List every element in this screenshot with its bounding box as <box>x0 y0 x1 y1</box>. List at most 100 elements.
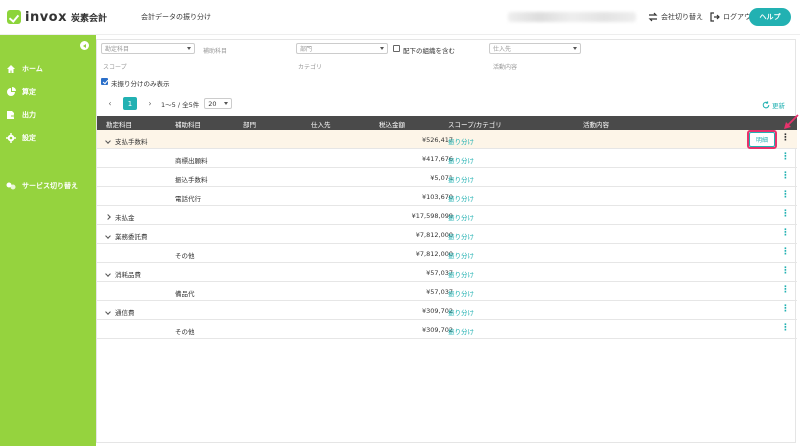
switch-company-button[interactable]: 会社切り替え <box>648 12 703 22</box>
page-size-value: 20 <box>208 99 217 108</box>
table-row[interactable]: その他 ¥309,702 振り分け ⋮ <box>97 320 797 339</box>
sidebar-item-label: 設定 <box>22 134 36 142</box>
refresh-button[interactable]: 更新 <box>762 100 785 110</box>
row-sub-account: 振込手数料 <box>175 176 208 184</box>
data-panel: 勘定科目 補助科目 部門 配下の組織を含む 仕入先 スコープ カテゴリ 活動内容… <box>96 39 797 443</box>
assign-link[interactable]: 振り分け <box>448 307 474 317</box>
supplier-select-placeholder: 仕入先 <box>493 46 512 53</box>
supplier-select[interactable]: 仕入先 <box>489 43 581 54</box>
table-row[interactable]: 備品代 ¥57,037 振り分け ⋮ <box>97 282 797 301</box>
sidebar-item-home[interactable]: ホーム <box>6 64 43 74</box>
table-row[interactable]: 未払金 ¥17,598,099 振り分け ⋮ <box>97 206 797 225</box>
assign-link[interactable]: 振り分け <box>448 288 474 298</box>
chevron-down-icon <box>224 102 229 105</box>
gear-icon <box>6 133 16 143</box>
page-current-button[interactable]: 1 <box>123 97 137 110</box>
table-row[interactable]: 通信費 ¥309,702 振り分け ⋮ <box>97 301 797 320</box>
table-row[interactable]: 消耗品費 ¥57,037 振り分け ⋮ <box>97 263 797 282</box>
table-row[interactable]: 業務委託費 ¥7,812,000 振り分け ⋮ <box>97 225 797 244</box>
col-department: 部門 <box>243 121 256 129</box>
table-row[interactable]: 商標出願料 ¥417,676 振り分け ⋮ <box>97 149 797 168</box>
assign-link[interactable]: 振り分け <box>448 326 474 336</box>
page-size-select[interactable]: 20 <box>204 98 233 109</box>
sidebar-item-settings[interactable]: 設定 <box>6 133 36 143</box>
include-sub-orgs-label: 配下の組織を含む <box>403 47 455 55</box>
row-amount: ¥17,598,099 <box>411 212 453 220</box>
more-options-icon[interactable]: ⋮ <box>781 153 790 162</box>
chevron-down-icon[interactable] <box>105 271 111 277</box>
row-account: 支払手数料 <box>105 136 148 146</box>
collapse-sidebar-icon[interactable] <box>80 41 89 50</box>
chevron-down-icon[interactable] <box>105 309 111 315</box>
sidebar-item-export[interactable]: 出力 <box>6 110 36 120</box>
chevron-down-icon[interactable] <box>105 138 111 144</box>
department-select[interactable]: 部門 <box>296 43 388 54</box>
logo-subtitle: 炭素会計 <box>71 13 108 24</box>
more-options-icon[interactable]: ⋮ <box>781 134 790 143</box>
row-sub-account: その他 <box>175 328 195 336</box>
pie-chart-icon <box>6 87 16 97</box>
next-page-icon[interactable]: › <box>145 99 155 108</box>
table-row[interactable]: 振込手数料 ¥5,071 振り分け ⋮ <box>97 168 797 187</box>
detail-button[interactable]: 明細 <box>749 132 775 147</box>
app-logo[interactable]: invox 炭素会計 <box>7 10 107 25</box>
col-amount: 税込金額 <box>379 121 405 129</box>
unassigned-only-label: 未振り分けのみ表示 <box>111 80 170 88</box>
sidebar-item-label: ホーム <box>22 65 43 73</box>
table-row[interactable]: その他 ¥7,812,000 振り分け ⋮ <box>97 244 797 263</box>
sidebar-item-label: サービス切り替え <box>22 182 78 190</box>
assign-link[interactable]: 振り分け <box>448 136 474 146</box>
page-title: 会計データの振り分け <box>141 13 212 21</box>
chevron-down-icon <box>380 47 384 50</box>
more-options-icon[interactable]: ⋮ <box>781 191 790 200</box>
row-sub-account: 電話代行 <box>175 195 201 203</box>
prev-page-icon[interactable]: ‹ <box>105 99 115 108</box>
table-header: 勘定科目 補助科目 部門 仕入先 税込金額 スコープ/カテゴリ 活動内容 <box>97 116 797 130</box>
more-options-icon[interactable]: ⋮ <box>781 172 790 181</box>
assign-link[interactable]: 振り分け <box>448 174 474 184</box>
more-options-icon[interactable]: ⋮ <box>781 248 790 257</box>
page-range-text: 1〜5 / 全5件 <box>161 100 200 109</box>
more-options-icon[interactable]: ⋮ <box>781 286 790 295</box>
row-sub-account: 備品代 <box>175 290 195 298</box>
sidebar-item-calculation[interactable]: 算定 <box>6 87 36 97</box>
assign-link[interactable]: 振り分け <box>448 231 474 241</box>
row-sub-account: 商標出願料 <box>175 157 208 165</box>
logo-text: invox <box>25 9 68 25</box>
more-options-icon[interactable]: ⋮ <box>781 305 790 314</box>
help-button[interactable]: ヘルプ <box>749 8 791 26</box>
chevron-down-icon[interactable] <box>105 233 111 239</box>
table-row[interactable]: 支払手数料 ¥526,417 振り分け 明細 ⋮ <box>97 130 797 149</box>
chevron-right-icon[interactable] <box>105 214 111 220</box>
sidebar-item-switch-service[interactable]: サービス切り替え <box>6 181 78 191</box>
assign-link[interactable]: 振り分け <box>448 269 474 279</box>
logo-check-icon <box>7 10 21 24</box>
col-activity: 活動内容 <box>583 121 609 129</box>
more-options-icon[interactable]: ⋮ <box>781 229 790 238</box>
account-select[interactable]: 勘定科目 <box>101 43 195 54</box>
refresh-label: 更新 <box>772 102 785 110</box>
col-supplier: 仕入先 <box>311 121 331 129</box>
scope-filter[interactable]: スコープ <box>103 62 127 71</box>
main-content: 勘定科目 補助科目 部門 配下の組織を含む 仕入先 スコープ カテゴリ 活動内容… <box>96 35 800 446</box>
category-filter[interactable]: カテゴリ <box>298 62 322 71</box>
refresh-icon <box>762 101 770 109</box>
assign-link[interactable]: 振り分け <box>448 250 474 260</box>
assign-link[interactable]: 振り分け <box>448 212 474 222</box>
assign-link[interactable]: 振り分け <box>448 193 474 203</box>
more-options-icon[interactable]: ⋮ <box>781 210 790 219</box>
sidebar-item-label: 出力 <box>22 111 36 119</box>
unassigned-only-checkbox[interactable] <box>101 78 108 85</box>
more-options-icon[interactable]: ⋮ <box>781 324 790 333</box>
include-sub-orgs-checkbox[interactable] <box>393 45 400 52</box>
col-sub-account: 補助科目 <box>175 121 201 129</box>
switch-icon <box>648 12 658 22</box>
sub-account-filter[interactable]: 補助科目 <box>203 46 227 55</box>
assign-link[interactable]: 振り分け <box>448 155 474 165</box>
col-scope-category: スコープ/カテゴリ <box>448 121 502 129</box>
row-account: 業務委託費 <box>105 231 148 241</box>
activity-filter[interactable]: 活動内容 <box>493 62 517 71</box>
row-account: 通信費 <box>105 307 135 317</box>
table-row[interactable]: 電話代行 ¥103,670 振り分け ⋮ <box>97 187 797 206</box>
more-options-icon[interactable]: ⋮ <box>781 267 790 276</box>
